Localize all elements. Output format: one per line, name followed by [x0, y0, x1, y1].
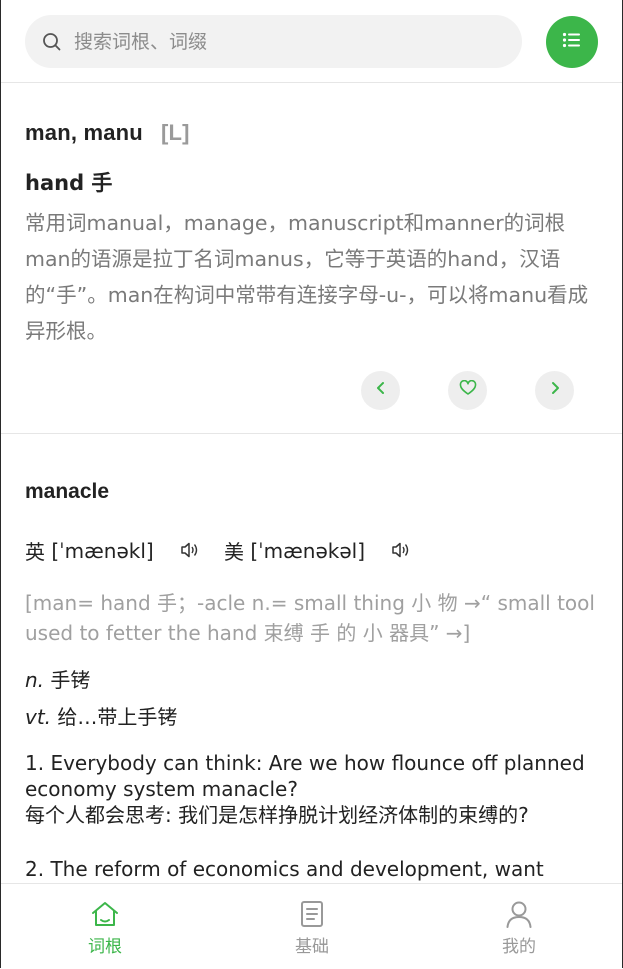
book-icon [296, 898, 328, 930]
example-sentence: 1. Everybody can think: Are we how floun… [25, 750, 605, 828]
root-name: man, manu [25, 120, 143, 145]
menu-button[interactable] [546, 16, 598, 68]
tab-label: 我的 [502, 937, 536, 957]
chevron-right-icon [548, 380, 562, 401]
card-divider [1, 433, 622, 434]
uk-label: 英 [25, 540, 45, 564]
next-button[interactable] [535, 371, 574, 410]
us-phonetic-text: [ˈmænəkəl] [250, 538, 366, 563]
us-label: 美 [224, 540, 244, 564]
speaker-icon[interactable] [390, 540, 412, 560]
search-input[interactable] [72, 29, 496, 54]
tab-basics[interactable]: 基础 [252, 884, 372, 969]
us-phonetic: 美 [ˈmænəkəl] [224, 536, 365, 565]
list-icon [562, 32, 582, 53]
previous-button[interactable] [361, 371, 400, 410]
tab-roots[interactable]: 词根 [45, 884, 165, 969]
user-icon [503, 898, 535, 930]
chevron-left-icon [374, 380, 388, 401]
search-bar[interactable] [25, 15, 522, 68]
uk-phonetic-text: [ˈmænəkl] [51, 538, 154, 563]
definition-row: vt. 给…带上手铐 [25, 701, 177, 730]
example-english: 2. The reform of economics and developme… [25, 857, 544, 881]
root-meaning: hand 手 [25, 171, 113, 195]
bottom-tab-bar: 词根 基础 我的 [1, 883, 622, 969]
part-of-speech: vt. [25, 705, 52, 729]
example-chinese: 每个人都会思考: 我们是怎样挣脱计划经济体制的束缚的? [25, 803, 529, 827]
definition-text: 给…带上手铐 [57, 705, 178, 729]
root-origin-tag: [L] [160, 120, 190, 145]
definition-row: n. 手铐 [25, 664, 90, 693]
home-icon [89, 898, 121, 930]
root-description: 常用词manual，manage，manuscript和manner的词根man… [25, 211, 589, 343]
word-title: manacle [25, 480, 110, 503]
definition-text: 手铐 [50, 668, 91, 692]
part-of-speech: n. [25, 668, 45, 692]
root-title: man, manu [L] [25, 120, 190, 146]
tab-label: 词根 [88, 937, 122, 957]
frame-left-edge [0, 0, 1, 968]
example-english: 1. Everybody can think: Are we how floun… [25, 751, 585, 801]
etymology: [man= hand 手；-acle n.= small thing 小 物 →… [25, 591, 595, 645]
uk-phonetic: 英 [ˈmænəkl] [25, 536, 154, 565]
heart-icon [459, 379, 477, 401]
tab-mine[interactable]: 我的 [459, 884, 579, 969]
header-divider [1, 82, 622, 83]
tab-label: 基础 [295, 937, 329, 957]
search-icon [42, 31, 64, 53]
speaker-icon[interactable] [179, 540, 201, 560]
favorite-button[interactable] [448, 371, 487, 410]
example-sentence: 2. The reform of economics and developme… [25, 856, 605, 882]
